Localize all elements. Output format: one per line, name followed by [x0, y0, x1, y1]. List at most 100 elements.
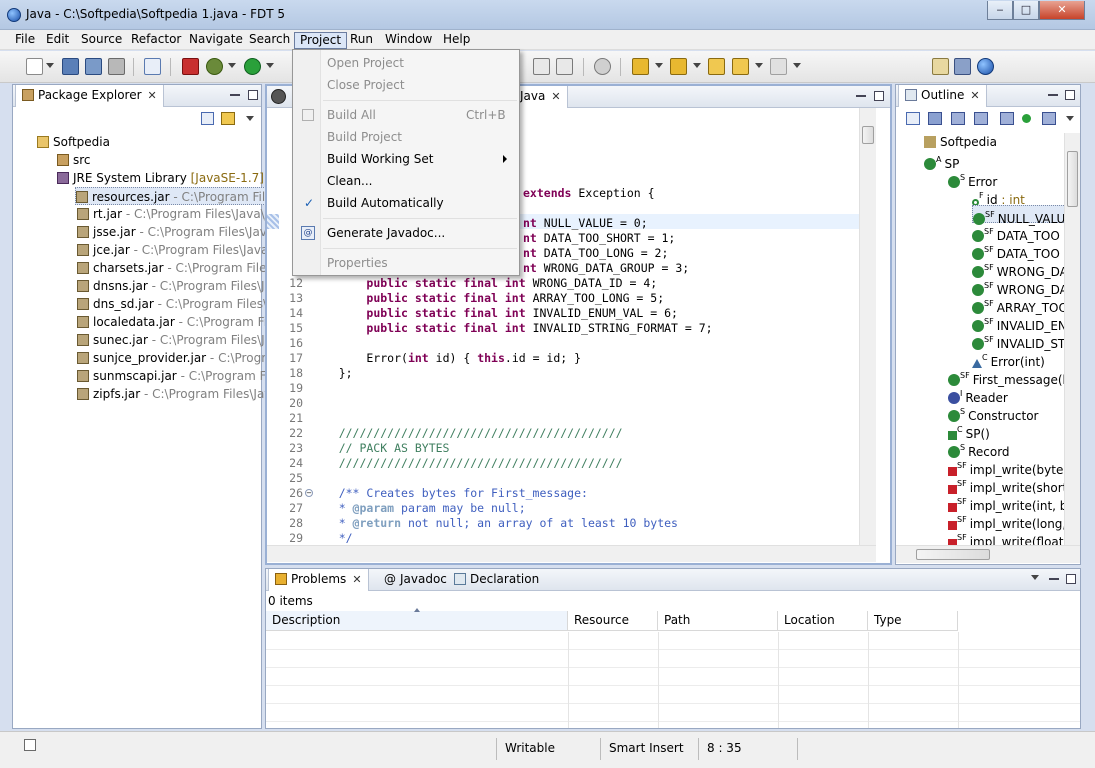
outline-item[interactable]: SF impl_write(short — [948, 475, 1064, 495]
outline-horizontal-scrollbar[interactable] — [896, 545, 1080, 563]
menu-item-properties[interactable]: Properties — [294, 252, 518, 274]
collapse-all-icon[interactable] — [906, 112, 920, 125]
outline-item[interactable]: SF DATA_TOO — [972, 223, 1060, 243]
menu-file[interactable]: File — [10, 32, 40, 49]
tree-jar[interactable]: dns_sd.jar - C:\Program Files\Ja — [77, 295, 278, 313]
fold-toggle-icon[interactable]: − — [305, 489, 313, 497]
tab-outline[interactable]: Outline ✕ — [898, 85, 987, 107]
run-dropdown-icon[interactable] — [266, 63, 274, 68]
column-location[interactable]: Location — [778, 611, 868, 631]
show-whitespace-icon[interactable] — [556, 58, 573, 75]
menu-item-generate-javadoc[interactable]: @ Generate Javadoc... — [294, 222, 518, 244]
outline-item[interactable]: S Constructor — [948, 403, 1038, 423]
sort-icon[interactable] — [928, 112, 942, 125]
menu-item-build-project[interactable]: Build Project — [294, 126, 518, 148]
tree-jar[interactable]: localedata.jar - C:\Program File — [77, 313, 278, 331]
minimize-view-icon[interactable] — [1048, 94, 1058, 96]
outline-vertical-scrollbar[interactable] — [1064, 133, 1080, 545]
link-with-editor-icon[interactable] — [221, 112, 235, 125]
menu-run[interactable]: Run — [345, 32, 378, 49]
column-type[interactable]: Type — [868, 611, 958, 631]
minimize-button[interactable]: ‒ — [987, 1, 1013, 20]
column-description[interactable]: Description — [266, 611, 568, 631]
outline-item[interactable]: S Record — [948, 439, 1010, 459]
new-icon[interactable] — [26, 58, 43, 75]
menu-item-build-working-set[interactable]: Build Working Set — [294, 148, 518, 170]
tree-jar[interactable]: jce.jar - C:\Program Files\Java\ — [77, 241, 272, 259]
menu-item-open-project[interactable]: Open Project — [294, 52, 518, 74]
save-all-icon[interactable] — [85, 58, 102, 75]
menu-item-build-all[interactable]: Build All Ctrl+B — [294, 104, 518, 126]
next-annotation-dropdown-icon[interactable] — [655, 63, 663, 68]
scrollbar-thumb[interactable] — [1067, 151, 1078, 207]
view-menu-icon[interactable] — [1031, 575, 1039, 580]
menu-search[interactable]: Search — [244, 32, 295, 49]
menu-refactor[interactable]: Refactor — [126, 32, 186, 49]
print-icon[interactable] — [108, 58, 125, 75]
menu-project[interactable]: Project — [294, 32, 348, 49]
tree-jar[interactable]: charsets.jar - C:\Program Files\ — [77, 259, 277, 277]
column-path[interactable]: Path — [658, 611, 778, 631]
tree-jre-library[interactable]: JRE System Library [JavaSE-1.7] — [57, 169, 264, 187]
outline-item[interactable]: Fid : int — [972, 187, 1025, 207]
tab-problems[interactable]: Problems ✕ — [268, 569, 369, 591]
outline-item[interactable]: I Reader — [948, 385, 1008, 405]
column-resource[interactable]: Resource — [568, 611, 658, 631]
debug-icon[interactable] — [206, 58, 223, 75]
hide-fields-icon[interactable] — [951, 112, 965, 125]
tree-jar[interactable]: sunjce_provider.jar - C:\Program — [77, 349, 285, 367]
menu-item-clean[interactable]: Clean... — [294, 170, 518, 192]
run-icon[interactable] — [244, 58, 261, 75]
back-dropdown-icon[interactable] — [755, 63, 763, 68]
view-menu-icon[interactable] — [246, 116, 254, 121]
close-icon[interactable]: ✕ — [148, 89, 157, 102]
menu-item-build-automatically[interactable]: ✓ Build Automatically — [294, 192, 518, 214]
javadoc-icon[interactable] — [144, 58, 161, 75]
tree-jar[interactable]: zipfs.jar - C:\Program Files\Java — [77, 385, 279, 403]
forward-dropdown-icon[interactable] — [793, 63, 801, 68]
last-edit-icon[interactable] — [708, 58, 725, 75]
outline-item[interactable]: SF INVALID_ST — [972, 331, 1064, 351]
collapse-all-icon[interactable] — [201, 112, 214, 125]
outline-item[interactable]: S Error — [948, 169, 997, 189]
tree-src[interactable]: src — [57, 151, 91, 169]
maximize-view-icon[interactable] — [248, 90, 258, 100]
maximize-button[interactable]: □ — [1013, 1, 1039, 20]
close-button[interactable]: ✕ — [1039, 1, 1085, 20]
hide-static-icon[interactable] — [974, 112, 988, 125]
outline-item[interactable]: SF WRONG_DA — [972, 259, 1064, 279]
back-icon[interactable] — [732, 58, 749, 75]
outline-item[interactable]: SF DATA_TOO — [972, 241, 1060, 261]
minimize-view-icon[interactable] — [1049, 578, 1059, 580]
scrollbar-thumb[interactable] — [862, 126, 874, 144]
outline-item[interactable]: SF impl_write(long, — [948, 511, 1064, 531]
hide-nonpublic-icon[interactable] — [1000, 112, 1014, 125]
menu-window[interactable]: Window — [380, 32, 437, 49]
fdt-perspective-icon[interactable] — [977, 58, 994, 75]
fast-view-icon[interactable] — [24, 739, 36, 751]
hide-local-types-icon[interactable] — [1022, 114, 1031, 123]
outline-item[interactable]: SF INVALID_EN — [972, 313, 1064, 333]
outline-item[interactable]: SFFirst_message(by — [948, 367, 1064, 387]
tab-javadoc[interactable]: @ Javadoc — [378, 569, 453, 591]
menu-item-close-project[interactable]: Close Project — [294, 74, 518, 96]
prev-annotation-icon[interactable] — [670, 58, 687, 75]
refresh-icon[interactable] — [594, 58, 611, 75]
outline-item[interactable]: A SP — [924, 151, 959, 171]
save-icon[interactable] — [62, 58, 79, 75]
outline-item[interactable]: C SP() — [948, 421, 990, 441]
debug-dropdown-icon[interactable] — [228, 63, 236, 68]
maximize-view-icon[interactable] — [1066, 574, 1076, 584]
java-perspective-icon[interactable] — [954, 58, 971, 75]
view-menu-icon[interactable] — [1066, 116, 1074, 121]
outline-item[interactable]: SF impl_write(float, — [948, 529, 1064, 545]
editor-horizontal-scrollbar[interactable] — [267, 545, 876, 562]
outline-item[interactable]: C Error(int) — [972, 349, 1045, 369]
outline-item[interactable]: SF NULL_VALU — [972, 205, 1064, 226]
stop-icon[interactable] — [182, 58, 199, 75]
tab-package-explorer[interactable]: Package Explorer ✕ — [15, 85, 164, 107]
minimize-view-icon[interactable] — [230, 94, 240, 96]
tree-jar[interactable]: resources.jar - C:\Program Files — [75, 187, 282, 205]
editor-vertical-scrollbar[interactable] — [859, 108, 876, 545]
toggle-mark-icon[interactable] — [533, 58, 550, 75]
